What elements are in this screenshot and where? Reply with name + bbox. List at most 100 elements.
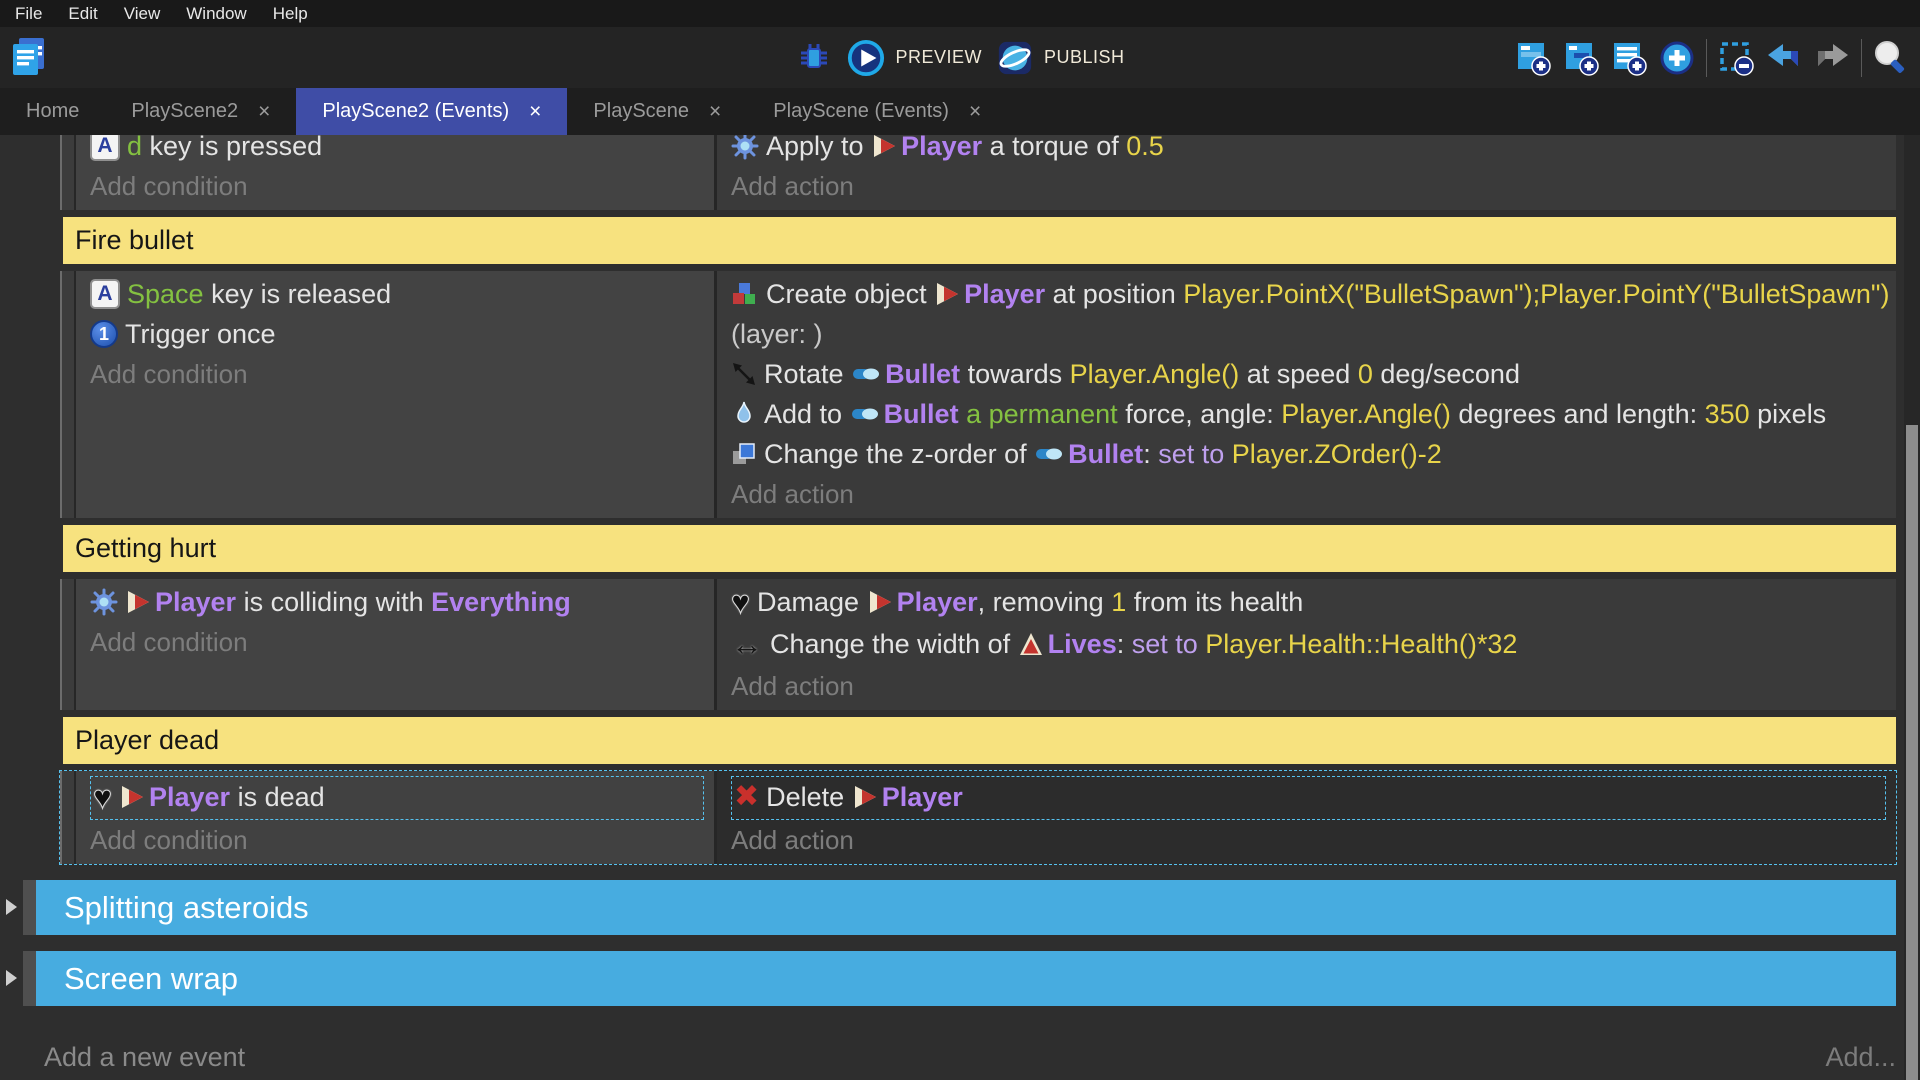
action-lines: Apply to Player a torque of 0.5 [731, 135, 1896, 166]
action-line[interactable]: Apply to Player a torque of 0.5 [731, 135, 1896, 166]
condition-line[interactable]: 1Trigger once [90, 314, 714, 354]
action-line[interactable]: ✖Delete Player [734, 777, 1885, 819]
delete-selection-icon[interactable] [1717, 39, 1755, 77]
tab-close-button[interactable]: × [709, 100, 721, 124]
comment-row[interactable]: Fire bullet [63, 217, 1896, 264]
toolbar-separator [1706, 39, 1707, 77]
add-action-button[interactable]: Add action [731, 820, 1896, 860]
tab-close-button[interactable]: × [529, 100, 541, 124]
action-lines: ♥Damage Player, removing 1 from its heal… [731, 582, 1896, 666]
vertical-scrollbar[interactable] [1904, 135, 1920, 1080]
conditions-cell[interactable]: ASpace key is released1Trigger onceAdd c… [76, 271, 717, 518]
add-condition-button[interactable]: Add condition [90, 622, 714, 662]
add-event-icon[interactable] [1514, 39, 1552, 77]
action-lines: Create object Player at position Player.… [731, 274, 1896, 474]
tab-playscene[interactable]: PlayScene × [567, 88, 747, 135]
add-more-button[interactable]: Add... [1825, 1042, 1896, 1073]
conditions-cell[interactable]: ♥Player is deadAdd condition [76, 771, 717, 864]
width-icon: ↔ [731, 624, 763, 664]
comment-row[interactable]: Getting hurt [63, 525, 1896, 572]
group-drag-handle[interactable] [23, 951, 36, 1006]
tab-playscene2-events-[interactable]: PlayScene2 (Events) × [296, 88, 567, 135]
tab-home[interactable]: Home [0, 88, 105, 135]
tab-close-button[interactable]: × [258, 100, 270, 124]
actions-cell[interactable]: Apply to Player a torque of 0.5Add actio… [717, 135, 1896, 210]
add-condition-button[interactable]: Add condition [90, 820, 714, 860]
physics-icon [731, 135, 759, 160]
debugger-icon[interactable] [795, 39, 833, 77]
tab-playscene2[interactable]: PlayScene2× [105, 88, 296, 135]
scrollbar-thumb[interactable] [1906, 425, 1918, 1080]
actions-cell[interactable]: Create object Player at position Player.… [717, 271, 1896, 518]
event-row[interactable]: Player is colliding with EverythingAdd c… [60, 579, 1896, 710]
add-action-button[interactable]: Add action [731, 666, 1896, 706]
menu-help[interactable]: Help [260, 0, 321, 27]
add-condition-button[interactable]: Add condition [90, 354, 714, 394]
preview-label: PREVIEW [895, 47, 982, 68]
event-row[interactable]: ♥Player is deadAdd condition✖Delete Play… [60, 771, 1896, 864]
add-special-event-icon[interactable] [1658, 39, 1696, 77]
lives-icon [1018, 631, 1044, 657]
add-comment-icon[interactable] [1610, 39, 1648, 77]
action-line[interactable]: Create object Player at position Player.… [731, 274, 1896, 354]
group-collapse-arrow[interactable] [6, 970, 17, 986]
event-row[interactable]: Ad key is pressedAdd conditionApply to P… [60, 135, 1896, 210]
event-row[interactable]: ASpace key is released1Trigger onceAdd c… [60, 271, 1896, 518]
action-line[interactable]: ♥Damage Player, removing 1 from its heal… [731, 582, 1896, 624]
group-collapse-arrow[interactable] [6, 899, 17, 915]
event-drag-handle[interactable] [60, 579, 76, 710]
action-line[interactable]: ↔Change the width of Lives: set to Playe… [731, 624, 1896, 666]
add-action-button[interactable]: Add action [731, 474, 1896, 514]
search-icon[interactable] [1872, 39, 1910, 77]
rotate-icon [731, 361, 757, 387]
player-icon [125, 589, 151, 615]
comment-row[interactable]: Player dead [63, 717, 1896, 764]
add-condition-button[interactable]: Add condition [90, 166, 714, 206]
action-line[interactable]: Change the z-order of Bullet: set to Pla… [731, 434, 1896, 474]
menu-window[interactable]: Window [173, 0, 259, 27]
tab-bar: HomePlayScene2×PlayScene2 (Events)×PlayS… [0, 88, 1920, 135]
action-line[interactable]: Add to Bullet a permanent force, angle: … [731, 394, 1896, 434]
event-drag-handle[interactable] [60, 771, 76, 864]
preview-button[interactable]: PREVIEW [847, 39, 982, 77]
menu-edit[interactable]: Edit [55, 0, 110, 27]
menu-bar: FileEditViewWindowHelp [0, 0, 1920, 27]
tab-label: PlayScene [593, 100, 689, 123]
tab-label: PlayScene2 (Events) [322, 100, 509, 123]
event-drag-handle[interactable] [60, 135, 76, 210]
condition-lines: ♥Player is dead [90, 776, 704, 820]
menu-file[interactable]: File [2, 0, 55, 27]
keyboard-icon: A [90, 135, 120, 161]
publish-label: PUBLISH [1044, 47, 1125, 68]
delete-icon: ✖ [734, 777, 759, 817]
publish-button[interactable]: PUBLISH [996, 39, 1125, 77]
group-row[interactable]: Splitting asteroids [6, 880, 1896, 935]
group-row[interactable]: Screen wrap [6, 951, 1896, 1006]
add-subevent-icon[interactable] [1562, 39, 1600, 77]
player-icon [852, 784, 878, 810]
redo-icon[interactable] [1813, 39, 1851, 77]
undo-icon[interactable] [1765, 39, 1803, 77]
group-title[interactable]: Screen wrap [36, 951, 1896, 1006]
add-action-button[interactable]: Add action [731, 166, 1896, 206]
actions-cell[interactable]: ♥Damage Player, removing 1 from its heal… [717, 579, 1896, 710]
conditions-cell[interactable]: Ad key is pressedAdd condition [76, 135, 717, 210]
condition-line[interactable]: Player is colliding with Everything [90, 582, 714, 622]
tab-close-button[interactable]: × [969, 100, 981, 124]
group-title[interactable]: Splitting asteroids [36, 880, 1896, 935]
publish-planet-icon [996, 39, 1034, 77]
tab-playscene-events-[interactable]: PlayScene (Events)× [747, 88, 1007, 135]
condition-line[interactable]: ASpace key is released [90, 274, 714, 314]
group-drag-handle[interactable] [23, 880, 36, 935]
conditions-cell[interactable]: Player is colliding with EverythingAdd c… [76, 579, 717, 710]
action-line[interactable]: Rotate Bullet towards Player.Angle() at … [731, 354, 1896, 394]
actions-cell[interactable]: ✖Delete PlayerAdd action [717, 771, 1896, 864]
condition-line[interactable]: Ad key is pressed [90, 135, 714, 166]
add-new-event-button[interactable]: Add a new event [44, 1042, 1825, 1073]
event-drag-handle[interactable] [60, 271, 76, 518]
menu-view[interactable]: View [111, 0, 174, 27]
zorder-icon [731, 441, 757, 467]
toolbar: PREVIEW PUBLISH [0, 27, 1920, 88]
player-icon [119, 784, 145, 810]
condition-line[interactable]: ♥Player is dead [93, 777, 703, 819]
